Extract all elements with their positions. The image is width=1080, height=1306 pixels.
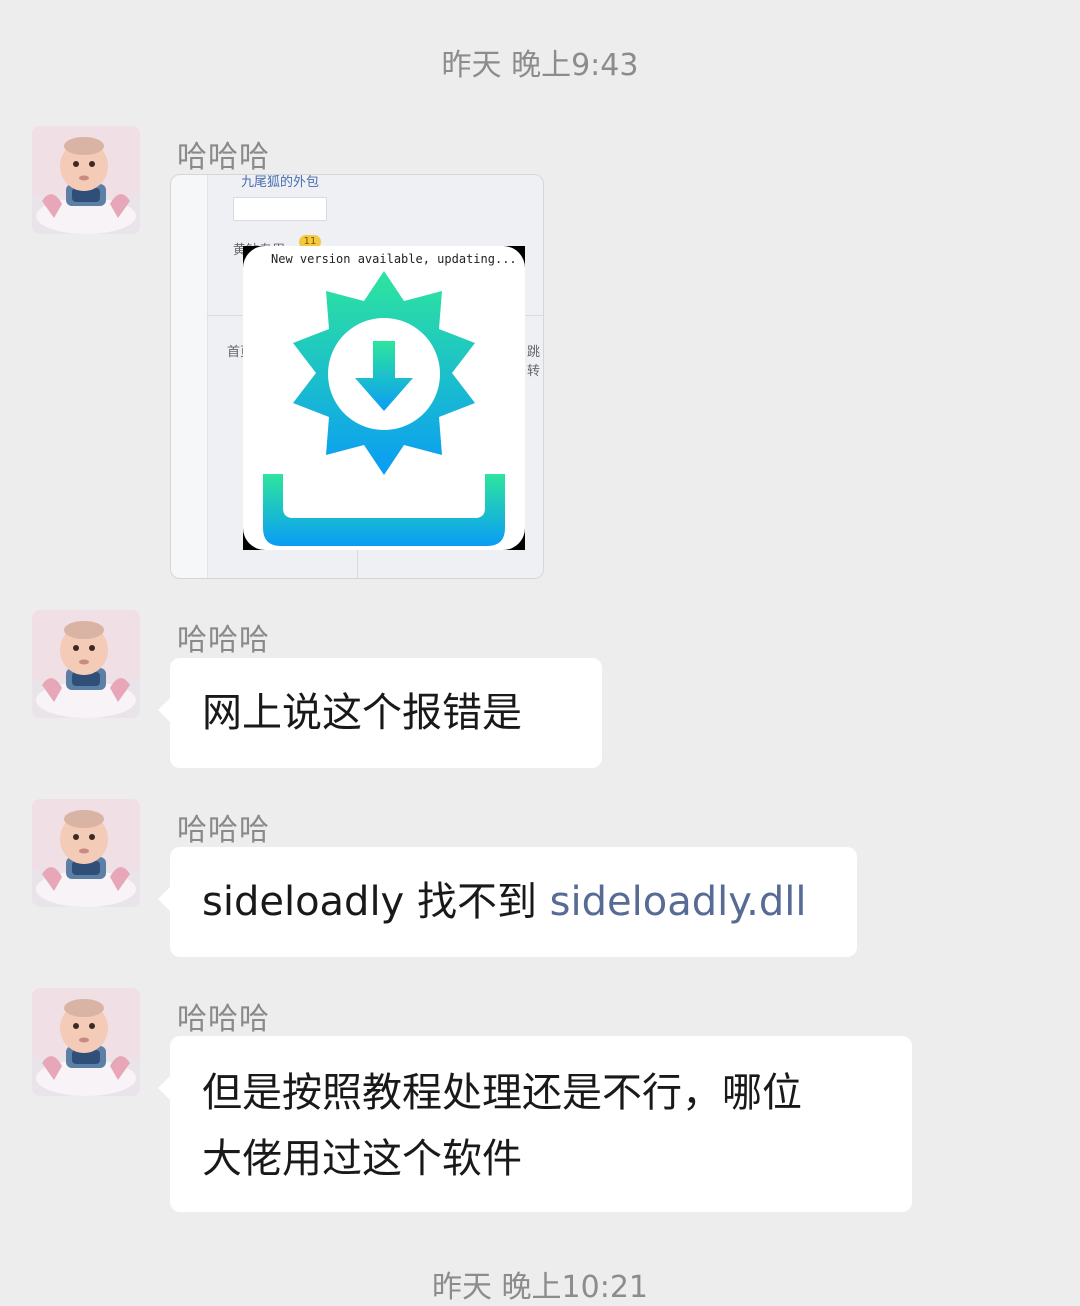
sender-name: 哈哈哈 (177, 1002, 270, 1037)
screenshot-input-box (233, 197, 327, 221)
message-bubble[interactable]: 但是按照教程处理还是不行，哪位 大佬用过这个软件 (158, 1036, 912, 1212)
sender-name: 哈哈哈 (177, 140, 270, 175)
message-text: sideloadly 找不到 (202, 879, 550, 925)
baby-avatar-icon (32, 988, 140, 1096)
sender-avatar[interactable] (32, 988, 140, 1096)
chat-timestamp: 昨天 晚上9:43 (441, 48, 639, 83)
message-text-line: 但是按照教程处理还是不行，哪位 (202, 1070, 802, 1116)
message-link[interactable]: sideloadly.dll (550, 879, 807, 925)
sender-name: 哈哈哈 (177, 623, 270, 658)
message-text: 网上说这个报错是 (202, 690, 522, 736)
chat-timestamp: 昨天 晚上10:21 (432, 1270, 648, 1305)
message-text-line: 大佬用过这个软件 (202, 1136, 522, 1182)
sender-avatar[interactable] (32, 610, 140, 718)
screenshot-title-text: 九尾狐的外包 (241, 174, 320, 189)
message-bubble[interactable]: 网上说这个报错是 (158, 658, 602, 768)
message-bubble[interactable]: sideloadly 找不到 sideloadly.dll (158, 847, 857, 957)
baby-avatar-icon (32, 126, 140, 234)
screenshot-nav-right-text: 跳转 (527, 344, 541, 378)
baby-avatar-icon (32, 799, 140, 907)
gear-download-icon (263, 271, 505, 546)
baby-avatar-icon (32, 610, 140, 718)
sender-name: 哈哈哈 (177, 813, 270, 848)
update-popup: New version available, updating... (243, 246, 525, 550)
sender-avatar[interactable] (32, 126, 140, 234)
update-status-text: New version available, updating... (271, 252, 517, 266)
image-message[interactable]: 九尾狐的外包 11 黄钻专用 首页 跳转 New version a (170, 174, 544, 579)
sender-avatar[interactable] (32, 799, 140, 907)
update-popup-body: New version available, updating... (243, 246, 525, 550)
